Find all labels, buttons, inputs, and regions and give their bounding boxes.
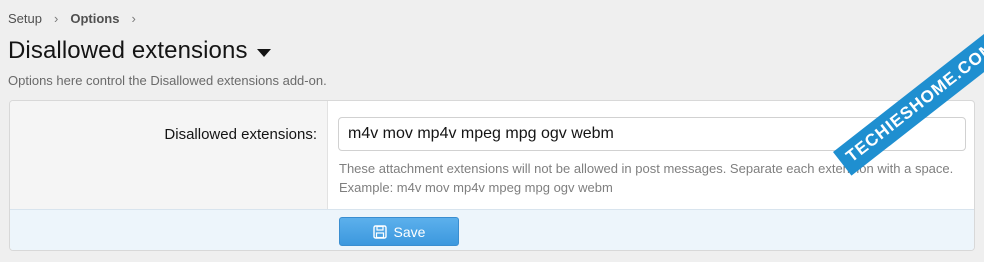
disallowed-extensions-input[interactable] (338, 117, 966, 151)
breadcrumb-separator: › (53, 11, 59, 26)
page: Setup › Options › Disallowed extensions … (0, 0, 984, 262)
save-button-label: Save (393, 223, 426, 240)
breadcrumb: Setup › Options › (8, 11, 148, 26)
breadcrumb-separator: › (131, 11, 136, 26)
breadcrumb-setup[interactable]: Setup (8, 11, 42, 26)
title-row[interactable]: Disallowed extensions (8, 37, 271, 65)
option-row: Disallowed extensions: These attachment … (10, 101, 974, 209)
page-description: Options here control the Disallowed exte… (8, 73, 327, 88)
breadcrumb-options[interactable]: Options (70, 11, 119, 26)
caret-down-icon[interactable] (256, 49, 271, 57)
options-block: Disallowed extensions: These attachment … (9, 100, 975, 251)
field-hint: These attachment extensions will not be … (339, 159, 969, 197)
label-column: Disallowed extensions: (10, 101, 328, 209)
hint-line-2: Example: m4v mov mp4v mpeg mpg ogv webm (339, 180, 613, 195)
save-button[interactable]: Save (339, 217, 459, 246)
hint-line-1: These attachment extensions will not be … (339, 161, 954, 176)
page-title: Disallowed extensions (8, 37, 248, 64)
disallowed-extensions-label: Disallowed extensions: (164, 126, 317, 143)
save-icon (372, 224, 387, 239)
form-footer: Save (10, 209, 974, 250)
